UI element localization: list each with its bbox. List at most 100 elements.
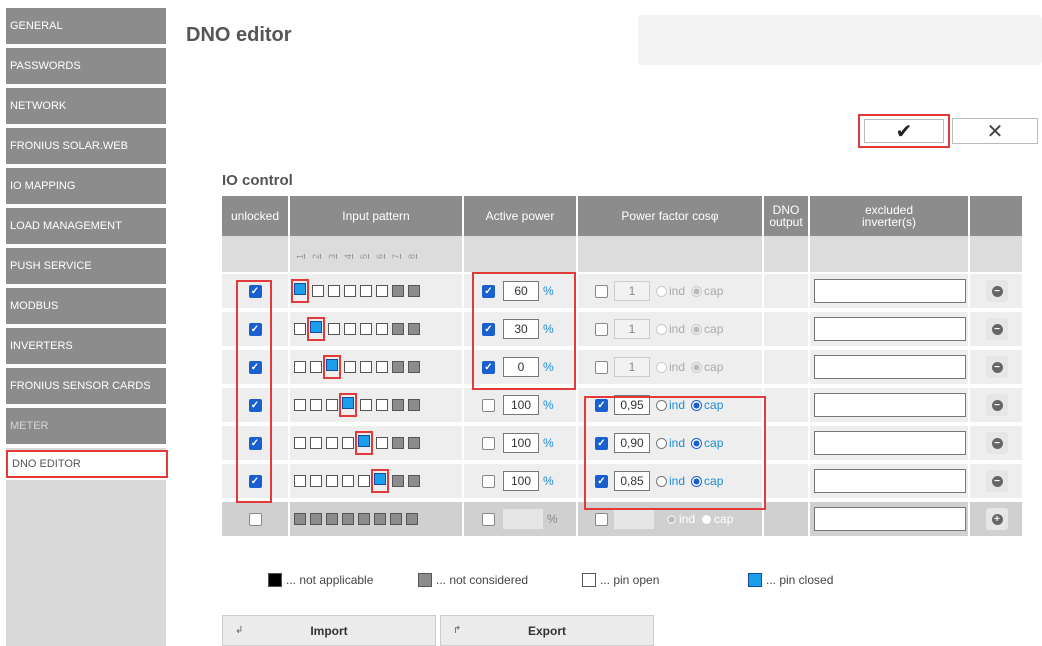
power-factor-checkbox[interactable] [595,474,608,488]
ind-radio[interactable] [656,399,667,411]
remove-row-button[interactable]: − [986,318,1008,340]
unlocked-checkbox[interactable] [248,474,262,488]
active-power-input[interactable]: 60 [503,281,539,301]
active-power-input[interactable]: 100 [503,433,539,453]
power-factor-input[interactable]: 1 [614,281,650,301]
pin-toggle[interactable] [358,435,370,447]
pin-toggle[interactable] [342,475,354,487]
pin-toggle[interactable] [294,361,306,373]
pin-toggle[interactable] [390,513,402,525]
cap-radio[interactable] [691,323,703,335]
cap-radio[interactable] [701,513,713,525]
pin-toggle[interactable] [342,437,354,449]
excluded-inverters-input[interactable] [814,469,966,493]
import-button[interactable]: ↲ Import [222,615,436,646]
pin-toggle[interactable] [392,285,404,297]
pin-toggle[interactable] [376,361,388,373]
pin-toggle[interactable] [294,399,306,411]
active-power-checkbox[interactable] [482,436,495,450]
power-factor-checkbox[interactable] [595,512,608,526]
confirm-button[interactable]: ✔ [864,119,944,143]
pin-toggle[interactable] [358,475,370,487]
unlocked-checkbox[interactable] [248,284,262,298]
pin-toggle[interactable] [294,323,306,335]
active-power-checkbox[interactable] [482,474,495,488]
pin-toggle[interactable] [408,323,420,335]
unlocked-checkbox[interactable] [248,512,262,526]
active-power-input[interactable]: 30 [503,319,539,339]
pin-toggle[interactable] [408,285,420,297]
active-power-input[interactable]: 0 [503,357,539,377]
pin-toggle[interactable] [310,513,322,525]
ind-radio[interactable] [656,361,667,373]
pin-toggle[interactable] [342,513,354,525]
pin-toggle[interactable] [326,513,338,525]
pin-toggle[interactable] [326,359,338,371]
ind-radio[interactable] [666,513,677,525]
excluded-inverters-input[interactable] [814,393,966,417]
pin-toggle[interactable] [392,361,404,373]
power-factor-input[interactable] [614,509,654,529]
power-factor-input[interactable]: 0,95 [614,395,650,415]
cap-radio[interactable] [691,475,703,487]
unlocked-checkbox[interactable] [248,436,262,450]
power-factor-checkbox[interactable] [595,436,608,450]
active-power-input[interactable] [503,509,543,529]
pin-toggle[interactable] [328,285,340,297]
pin-toggle[interactable] [408,475,420,487]
pin-toggle[interactable] [342,397,354,409]
pin-toggle[interactable] [344,285,356,297]
pin-toggle[interactable] [374,473,386,485]
excluded-inverters-input[interactable] [814,279,966,303]
active-power-checkbox[interactable] [482,360,495,374]
pin-toggle[interactable] [392,437,404,449]
sidebar-item-inverters[interactable]: INVERTERS [6,328,166,366]
pin-toggle[interactable] [326,475,338,487]
excluded-inverters-input[interactable] [814,317,966,341]
pin-toggle[interactable] [310,437,322,449]
unlocked-checkbox[interactable] [248,322,262,336]
unlocked-checkbox[interactable] [248,398,262,412]
sidebar-item-solarweb[interactable]: FRONIUS SOLAR.WEB [6,128,166,166]
cap-radio[interactable] [691,399,703,411]
excluded-inverters-input[interactable] [814,507,966,531]
pin-toggle[interactable] [408,361,420,373]
pin-toggle[interactable] [374,513,386,525]
pin-toggle[interactable] [360,323,372,335]
ind-radio[interactable] [656,475,667,487]
power-factor-checkbox[interactable] [595,398,608,412]
remove-row-button[interactable]: − [986,280,1008,302]
power-factor-input[interactable]: 0,90 [614,433,650,453]
pin-toggle[interactable] [328,323,340,335]
power-factor-checkbox[interactable] [595,360,608,374]
sidebar-item-passwords[interactable]: PASSWORDS [6,48,166,86]
power-factor-checkbox[interactable] [595,322,608,336]
sidebar-item-modbus[interactable]: MODBUS [6,288,166,326]
active-power-checkbox[interactable] [482,512,495,526]
pin-toggle[interactable] [344,323,356,335]
pin-toggle[interactable] [408,437,420,449]
active-power-checkbox[interactable] [482,322,495,336]
pin-toggle[interactable] [392,323,404,335]
pin-toggle[interactable] [392,399,404,411]
pin-toggle[interactable] [326,399,338,411]
ind-radio[interactable] [656,323,667,335]
pin-toggle[interactable] [294,513,306,525]
sidebar-item-network[interactable]: NETWORK [6,88,166,126]
power-factor-input[interactable]: 1 [614,357,650,377]
pin-toggle[interactable] [294,475,306,487]
add-row-button[interactable]: + [986,508,1008,530]
remove-row-button[interactable]: − [986,394,1008,416]
pin-toggle[interactable] [360,399,372,411]
sidebar-item-dno-editor[interactable]: DNO EDITOR [6,450,168,478]
cap-radio[interactable] [691,437,703,449]
pin-toggle[interactable] [376,323,388,335]
excluded-inverters-input[interactable] [814,431,966,455]
pin-toggle[interactable] [408,399,420,411]
pin-toggle[interactable] [312,285,324,297]
unlocked-checkbox[interactable] [248,360,262,374]
sidebar-item-meter[interactable]: METER [6,408,166,446]
pin-toggle[interactable] [392,475,404,487]
pin-toggle[interactable] [326,437,338,449]
ind-radio[interactable] [656,285,667,297]
